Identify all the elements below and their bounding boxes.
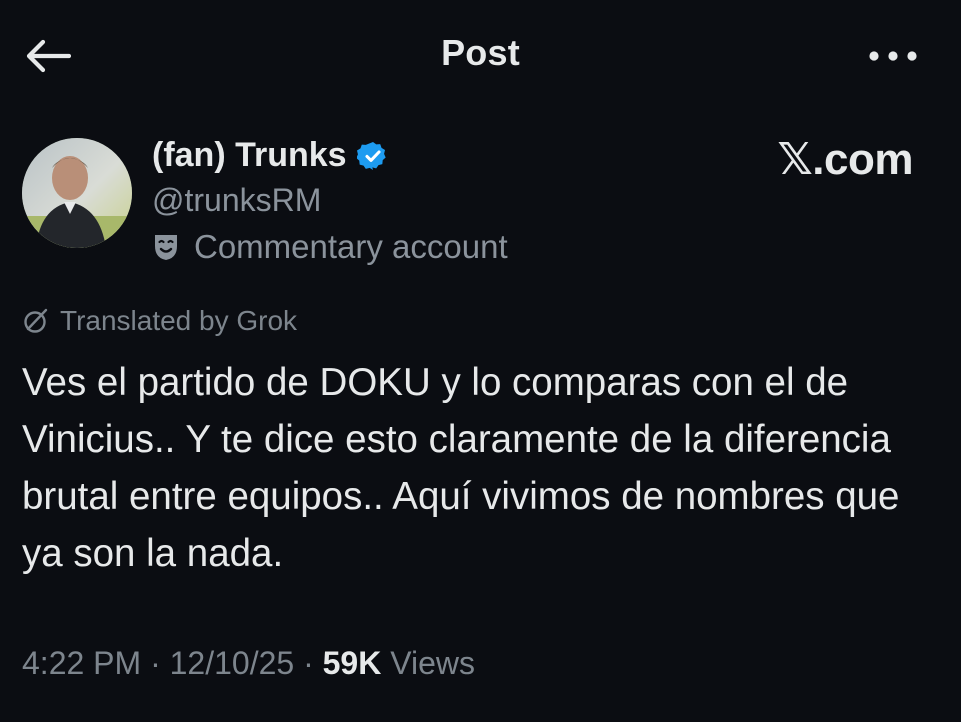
- more-horizontal-icon: [869, 51, 917, 61]
- page-title: Post: [441, 32, 520, 73]
- avatar[interactable]: [22, 138, 132, 248]
- top-bar: Post: [0, 0, 961, 110]
- views-count[interactable]: 59K: [323, 645, 382, 681]
- author-handle[interactable]: @trunksRM: [152, 182, 321, 219]
- account-label-text: Commentary account: [194, 228, 508, 265]
- translation-notice[interactable]: Translated by Grok: [22, 305, 297, 337]
- display-name[interactable]: (fan) Trunks: [152, 136, 347, 175]
- account-label[interactable]: Commentary account: [152, 228, 508, 266]
- translation-label: Translated by Grok: [60, 305, 298, 336]
- site-watermark: 𝕏.com: [777, 135, 913, 184]
- author-name-row[interactable]: (fan) Trunks: [152, 136, 389, 175]
- masks-icon: [155, 235, 177, 260]
- post-text: Ves el partido de DOKU y lo comparas con…: [22, 361, 900, 575]
- post-screen: Post (fan) Trunks @trunksRM Commentary a…: [0, 0, 961, 722]
- post-meta: 4:22 PM · 12/10/25 · 59K Views: [22, 645, 475, 682]
- post-time[interactable]: 4:22 PM: [22, 645, 141, 681]
- verified-badge-icon: [356, 141, 386, 170]
- post-date[interactable]: 12/10/25: [170, 645, 295, 681]
- more-options-button[interactable]: [863, 36, 923, 76]
- views-label[interactable]: Views: [390, 645, 475, 681]
- grok-icon: [24, 308, 48, 333]
- avatar-image: [22, 138, 132, 248]
- meta-separator: ·: [303, 645, 314, 681]
- meta-separator: ·: [150, 645, 161, 681]
